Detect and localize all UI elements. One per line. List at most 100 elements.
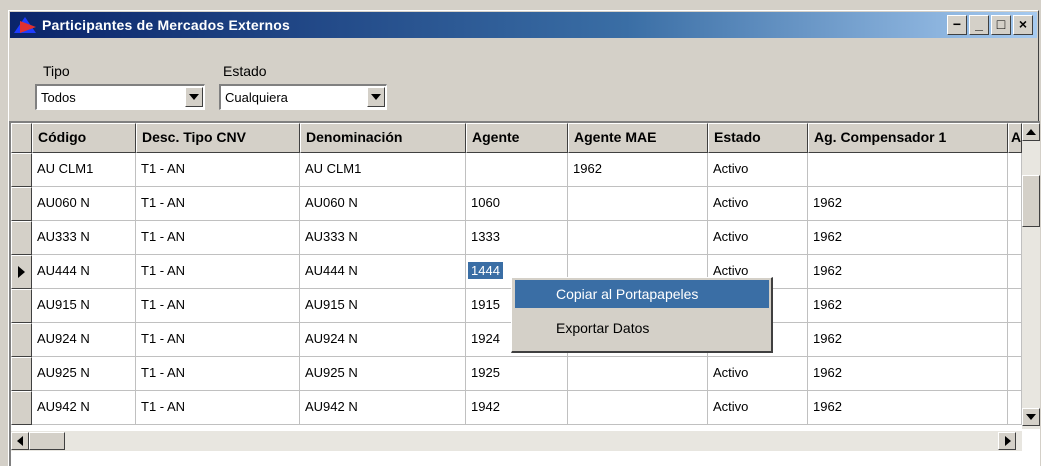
cell-text: 1942 — [471, 399, 500, 414]
cell-ag-compensador-1[interactable]: 1962 — [808, 323, 1008, 357]
cell-ag-compensador-1[interactable]: 1962 — [808, 289, 1008, 323]
cell-desc-tipo-cnv[interactable]: T1 - AN — [136, 391, 300, 425]
cell-denominacion[interactable]: AU CLM1 — [300, 153, 466, 187]
column-header-agente[interactable]: Agente — [466, 123, 568, 153]
cell-codigo[interactable]: AU925 N — [32, 357, 136, 391]
scroll-left-button[interactable] — [11, 432, 29, 450]
cell-estado[interactable]: Activo — [708, 187, 808, 221]
cell-ag-compensador-1[interactable]: 1962 — [808, 221, 1008, 255]
table-row[interactable]: AU333 N T1 - AN AU333 N 1333 Activo 1962 — [11, 221, 1022, 255]
estado-dropdown-button[interactable] — [367, 87, 385, 107]
cell-agente-mae[interactable] — [568, 391, 708, 425]
cell-denominacion[interactable]: AU915 N — [300, 289, 466, 323]
cell-denominacion[interactable]: AU942 N — [300, 391, 466, 425]
cell-codigo[interactable]: AU333 N — [32, 221, 136, 255]
cell-desc-tipo-cnv[interactable]: T1 - AN — [136, 357, 300, 391]
cell-denominacion[interactable]: AU924 N — [300, 323, 466, 357]
cell-ag-compensador-1[interactable]: 1962 — [808, 255, 1008, 289]
tipo-dropdown-button[interactable] — [185, 87, 203, 107]
column-header-partial[interactable]: A — [1008, 123, 1022, 153]
cell-codigo[interactable]: AU924 N — [32, 323, 136, 357]
cell-codigo[interactable]: AU915 N — [32, 289, 136, 323]
row-selector[interactable] — [11, 357, 32, 391]
scroll-up-button[interactable] — [1022, 123, 1040, 141]
table-row[interactable]: AU925 N T1 - AN AU925 N 1925 Activo 1962 — [11, 357, 1022, 391]
cell-desc-tipo-cnv[interactable]: T1 - AN — [136, 187, 300, 221]
close-button[interactable]: × — [1013, 15, 1033, 35]
cell-desc-tipo-cnv[interactable]: T1 - AN — [136, 221, 300, 255]
table-row[interactable]: AU060 N T1 - AN AU060 N 1060 Activo 1962 — [11, 187, 1022, 221]
column-header-ag-compensador-1[interactable]: Ag. Compensador 1 — [808, 123, 1008, 153]
cell-ag-compensador-1[interactable]: 1962 — [808, 187, 1008, 221]
cell-desc-tipo-cnv[interactable]: T1 - AN — [136, 255, 300, 289]
cell-estado[interactable]: Activo — [708, 357, 808, 391]
cell-denominacion[interactable]: AU333 N — [300, 221, 466, 255]
tipo-select[interactable]: Todos — [35, 84, 205, 110]
restore-small-button[interactable]: − — [947, 15, 967, 35]
cell-agente-mae[interactable] — [568, 221, 708, 255]
maximize-button[interactable]: □ — [991, 15, 1011, 35]
cell-codigo[interactable]: AU060 N — [32, 187, 136, 221]
cell-estado[interactable]: Activo — [708, 391, 808, 425]
row-selector[interactable] — [11, 323, 32, 357]
row-selector[interactable] — [11, 289, 32, 323]
scroll-right-button[interactable] — [998, 432, 1016, 450]
cell-ag-compensador-1[interactable] — [808, 153, 1008, 187]
app-logo-icon[interactable] — [14, 15, 36, 35]
cell-agente-mae[interactable] — [568, 187, 708, 221]
cell-agente[interactable]: 1060 — [466, 187, 568, 221]
row-selector[interactable] — [11, 391, 32, 425]
scroll-down-button[interactable] — [1022, 408, 1040, 426]
row-selector[interactable] — [11, 187, 32, 221]
cell-text: AU444 N — [305, 263, 358, 278]
cell-desc-tipo-cnv[interactable]: T1 - AN — [136, 289, 300, 323]
row-selector[interactable] — [11, 255, 32, 289]
cell-text: 1962 — [573, 161, 602, 176]
cell-text: T1 - AN — [141, 263, 186, 278]
cell-denominacion[interactable]: AU060 N — [300, 187, 466, 221]
column-header-estado[interactable]: Estado — [708, 123, 808, 153]
cell-partial — [1008, 255, 1022, 289]
cell-codigo[interactable]: AU942 N — [32, 391, 136, 425]
column-header-desc-tipo-cnv[interactable]: Desc. Tipo CNV — [136, 123, 300, 153]
column-header-denominacion[interactable]: Denominación — [300, 123, 466, 153]
title-bar[interactable]: Participantes de Mercados Externos − _ □… — [10, 12, 1037, 38]
cell-desc-tipo-cnv[interactable]: T1 - AN — [136, 323, 300, 357]
cell-agente[interactable]: 1942 — [466, 391, 568, 425]
column-header-codigo[interactable]: Código — [32, 123, 136, 153]
row-selector[interactable] — [11, 221, 32, 255]
cell-codigo[interactable]: AU CLM1 — [32, 153, 136, 187]
menu-item-exportar-datos[interactable]: Exportar Datos — [515, 314, 769, 342]
arrow-left-icon — [17, 436, 23, 446]
table-row[interactable]: AU942 N T1 - AN AU942 N 1942 Activo 1962 — [11, 391, 1022, 425]
cell-desc-tipo-cnv[interactable]: T1 - AN — [136, 153, 300, 187]
minimize-button[interactable]: _ — [969, 15, 989, 35]
cell-codigo[interactable]: AU444 N — [32, 255, 136, 289]
cell-agente[interactable] — [466, 153, 568, 187]
menu-item-copiar-al-portapapeles[interactable]: Copiar al Portapapeles — [515, 280, 769, 308]
cell-estado[interactable]: Activo — [708, 221, 808, 255]
vertical-scrollbar[interactable] — [1022, 123, 1040, 429]
cell-agente-mae[interactable]: 1962 — [568, 153, 708, 187]
cell-agente[interactable]: 1333 — [466, 221, 568, 255]
cell-estado[interactable]: Activo — [708, 153, 808, 187]
vertical-scroll-thumb[interactable] — [1022, 175, 1040, 227]
cell-ag-compensador-1[interactable]: 1962 — [808, 357, 1008, 391]
cell-denominacion[interactable]: AU444 N — [300, 255, 466, 289]
column-header-agente-mae[interactable]: Agente MAE — [568, 123, 708, 153]
horizontal-scroll-thumb[interactable] — [29, 432, 65, 450]
arrow-up-icon — [1026, 129, 1036, 135]
estado-select[interactable]: Cualquiera — [219, 84, 387, 110]
cell-denominacion[interactable]: AU925 N — [300, 357, 466, 391]
row-selector[interactable] — [11, 153, 32, 187]
cell-text: Activo — [713, 365, 749, 380]
cell-agente[interactable]: 1925 — [466, 357, 568, 391]
table-row[interactable]: AU CLM1 T1 - AN AU CLM1 1962 Activo — [11, 153, 1022, 187]
cell-ag-compensador-1[interactable]: 1962 — [808, 391, 1008, 425]
cell-text: 1333 — [471, 229, 500, 244]
horizontal-scrollbar[interactable] — [11, 431, 1022, 451]
cell-text: AU942 N — [37, 399, 90, 414]
chevron-down-icon — [371, 94, 381, 100]
cell-agente-mae[interactable] — [568, 357, 708, 391]
arrow-down-icon — [1026, 414, 1036, 420]
